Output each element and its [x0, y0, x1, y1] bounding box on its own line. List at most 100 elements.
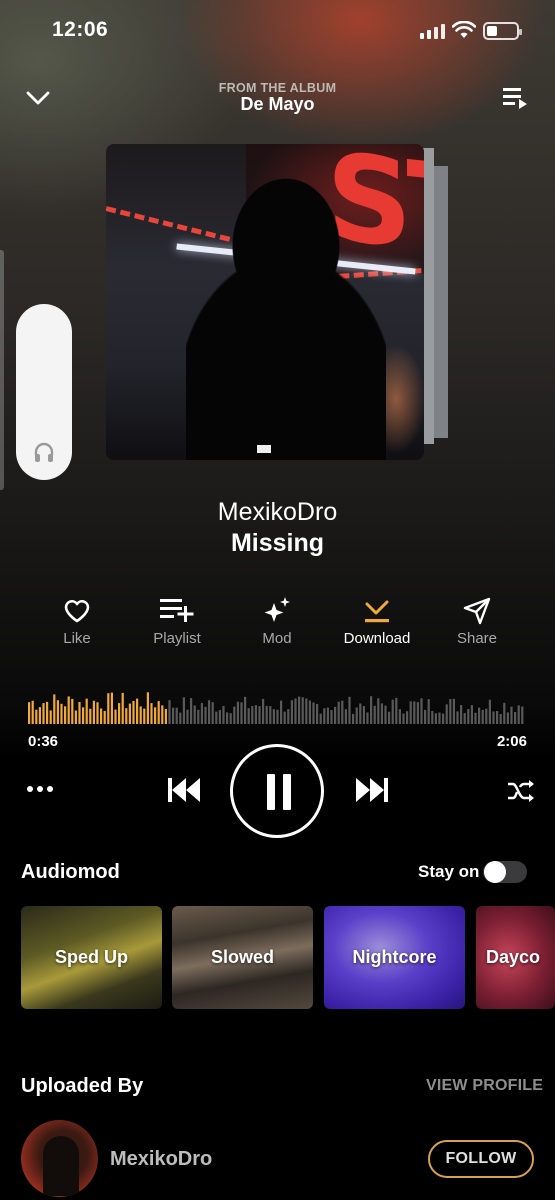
- waveform-bar: [150, 703, 153, 724]
- waveform-bar: [496, 711, 499, 724]
- mod-card-slowed[interactable]: Slowed: [172, 906, 313, 1009]
- headphones-icon: [34, 442, 54, 462]
- track-artist[interactable]: MexikoDro: [0, 498, 555, 527]
- headphones-toggle[interactable]: [16, 304, 72, 480]
- waveform-bar: [190, 698, 193, 724]
- waveform-bar: [391, 699, 394, 724]
- parental-advisory-badge: [256, 444, 272, 454]
- waveform-bar: [110, 692, 113, 724]
- share-button[interactable]: Share: [427, 594, 527, 647]
- waveform-bar: [323, 708, 326, 724]
- waveform-bar: [226, 712, 229, 724]
- sparkles-icon: [264, 597, 290, 622]
- waveform-bar: [424, 709, 427, 724]
- waveform-bar: [427, 699, 430, 724]
- download-button[interactable]: Download: [327, 594, 427, 647]
- waveform-bar: [431, 711, 434, 724]
- waveform-bar: [395, 697, 398, 724]
- next-track-icon[interactable]: [354, 775, 390, 805]
- waveform-bar: [445, 704, 448, 724]
- waveform-bar: [416, 702, 419, 724]
- waveform-bar: [305, 698, 308, 724]
- waveform-bar: [334, 706, 337, 724]
- shuffle-icon[interactable]: [506, 778, 536, 804]
- waveform-bar: [406, 711, 409, 724]
- waveform-bar: [254, 705, 257, 724]
- waveform-bar: [301, 697, 304, 724]
- waveform-bar: [467, 709, 470, 724]
- waveform-bar: [492, 711, 495, 724]
- avatar[interactable]: [21, 1120, 98, 1197]
- waveform-bar: [89, 708, 92, 724]
- waveform-bar: [60, 703, 63, 724]
- wifi-icon: [452, 21, 476, 38]
- waveform-bar: [78, 702, 81, 724]
- waveform-bar: [132, 701, 135, 724]
- waveform-bar: [287, 709, 290, 724]
- waveform-bar: [503, 702, 506, 724]
- waveform-bar: [42, 703, 45, 724]
- waveform-bar: [370, 696, 373, 724]
- audiomod-title: Audiomod: [21, 861, 120, 883]
- waveform-scrubber[interactable]: [28, 690, 526, 724]
- queue-icon[interactable]: [500, 84, 530, 112]
- waveform-bar: [478, 707, 481, 724]
- uploader-name[interactable]: MexikoDro: [110, 1148, 212, 1171]
- mod-card-nightcore[interactable]: Nightcore: [324, 906, 465, 1009]
- waveform-bar: [172, 707, 175, 724]
- album-name[interactable]: De Mayo: [0, 94, 555, 115]
- previous-track-icon[interactable]: [166, 775, 202, 805]
- waveform-bar: [337, 701, 340, 724]
- waveform-bar: [438, 712, 441, 724]
- waveform-bar: [442, 713, 445, 724]
- like-button[interactable]: Like: [27, 594, 127, 647]
- waveform-bar: [352, 713, 355, 724]
- action-bar: Like Playlist Mod Download Share: [27, 594, 527, 647]
- audiomod-carousel[interactable]: Sped Up Slowed Nightcore Dayco: [21, 906, 555, 1009]
- waveform-bar: [413, 701, 416, 724]
- mod-button[interactable]: Mod: [227, 594, 327, 647]
- left-edge-handle: [0, 250, 4, 490]
- waveform-bar: [71, 698, 74, 724]
- waveform-bar: [319, 713, 322, 724]
- waveform-bar: [514, 712, 517, 724]
- add-to-playlist-button[interactable]: Playlist: [127, 594, 227, 647]
- waveform-bar: [186, 709, 189, 724]
- stay-on-label: Stay on: [418, 862, 480, 881]
- waveform-bar: [463, 713, 466, 724]
- waveform-bar: [56, 700, 59, 724]
- waveform-bar: [154, 707, 157, 724]
- waveform-bar: [344, 709, 347, 724]
- more-options-icon[interactable]: [26, 780, 54, 798]
- mod-card-label: Slowed: [210, 947, 274, 967]
- mod-card-label: Sped Up: [54, 947, 128, 967]
- waveform-bar: [280, 700, 283, 724]
- waveform-bar: [470, 705, 473, 724]
- stay-on-toggle[interactable]: [483, 861, 527, 883]
- waveform-bar: [222, 705, 225, 724]
- waveform-bar: [179, 712, 182, 724]
- pause-button[interactable]: [230, 744, 324, 838]
- waveform-bar: [481, 709, 484, 724]
- waveform-bar: [517, 705, 520, 724]
- cellular-signal-icon: [420, 24, 445, 39]
- waveform-bar: [262, 698, 265, 724]
- waveform-bar: [229, 713, 232, 724]
- waveform-bar: [128, 703, 131, 724]
- waveform-bar: [456, 711, 459, 724]
- mod-card-label: Nightcore: [352, 947, 437, 967]
- waveform-bar: [53, 694, 56, 724]
- waveform-bar: [510, 706, 513, 724]
- share-icon: [463, 597, 491, 625]
- waveform-bar: [499, 714, 502, 724]
- waveform-bar: [182, 697, 185, 724]
- view-profile-link[interactable]: VIEW PROFILE: [426, 1077, 543, 1095]
- waveform-bar: [308, 700, 311, 724]
- mod-card-sped-up[interactable]: Sped Up: [21, 906, 162, 1009]
- album-artwork[interactable]: ST: [106, 144, 424, 460]
- follow-button[interactable]: FOLLOW: [428, 1140, 534, 1178]
- waveform-bar: [348, 696, 351, 724]
- waveform-bar: [294, 698, 297, 724]
- mod-card-dayco[interactable]: Dayco: [476, 906, 555, 1009]
- waveform-bar: [28, 702, 31, 724]
